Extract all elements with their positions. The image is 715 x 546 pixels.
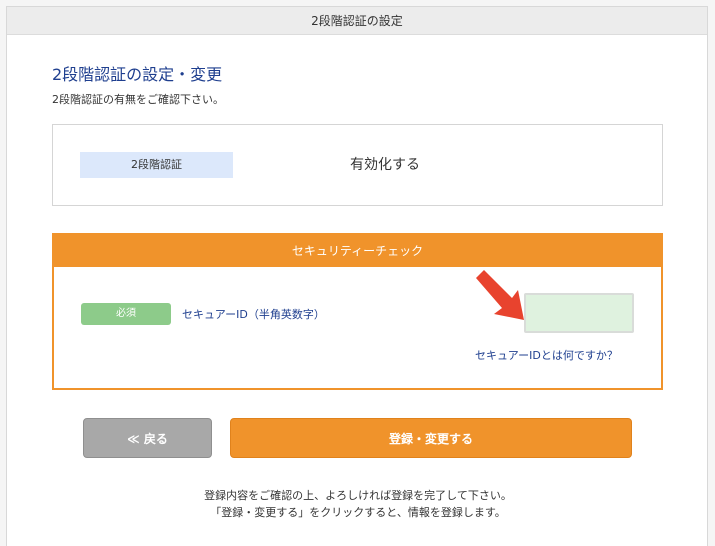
footnote-line-2: 「登録・変更する」をクリックすると、情報を登録します。	[210, 506, 506, 519]
secure-id-label: セキュアーID（半角英数字）	[182, 308, 325, 321]
secure-id-input[interactable]	[524, 293, 634, 333]
two-factor-label: 2段階認証	[80, 152, 233, 178]
footnote-line-1: 登録内容をご確認の上、よろしければ登録を完了して下さい。	[204, 489, 512, 502]
security-check-panel: セキュリティーチェック 必須 セキュアーID（半角英数字） セキュアーIDとは何…	[52, 233, 663, 390]
security-check-header: セキュリティーチェック	[54, 235, 661, 267]
page-subtext: 2段階認証の有無をご確認下さい。	[52, 93, 224, 106]
page-title: 2段階認証の設定・変更	[52, 65, 223, 84]
red-arrow-icon	[476, 270, 524, 320]
footnote: 登録内容をご確認の上、よろしければ登録を完了して下さい。 「登録・変更する」をク…	[7, 487, 709, 521]
page-frame: 2段階認証の設定 2段階認証の設定・変更 2段階認証の有無をご確認下さい。 2段…	[6, 6, 708, 546]
back-button[interactable]: ≪ 戻る	[83, 418, 212, 458]
required-badge: 必須	[81, 303, 171, 325]
two-factor-panel: 2段階認証 有効化する	[52, 124, 663, 206]
submit-button[interactable]: 登録・変更する	[230, 418, 632, 458]
two-factor-value: 有効化する	[350, 157, 420, 173]
secure-id-help-link[interactable]: セキュアーIDとは何ですか？	[475, 347, 618, 363]
window-title: 2段階認証の設定	[7, 7, 707, 35]
